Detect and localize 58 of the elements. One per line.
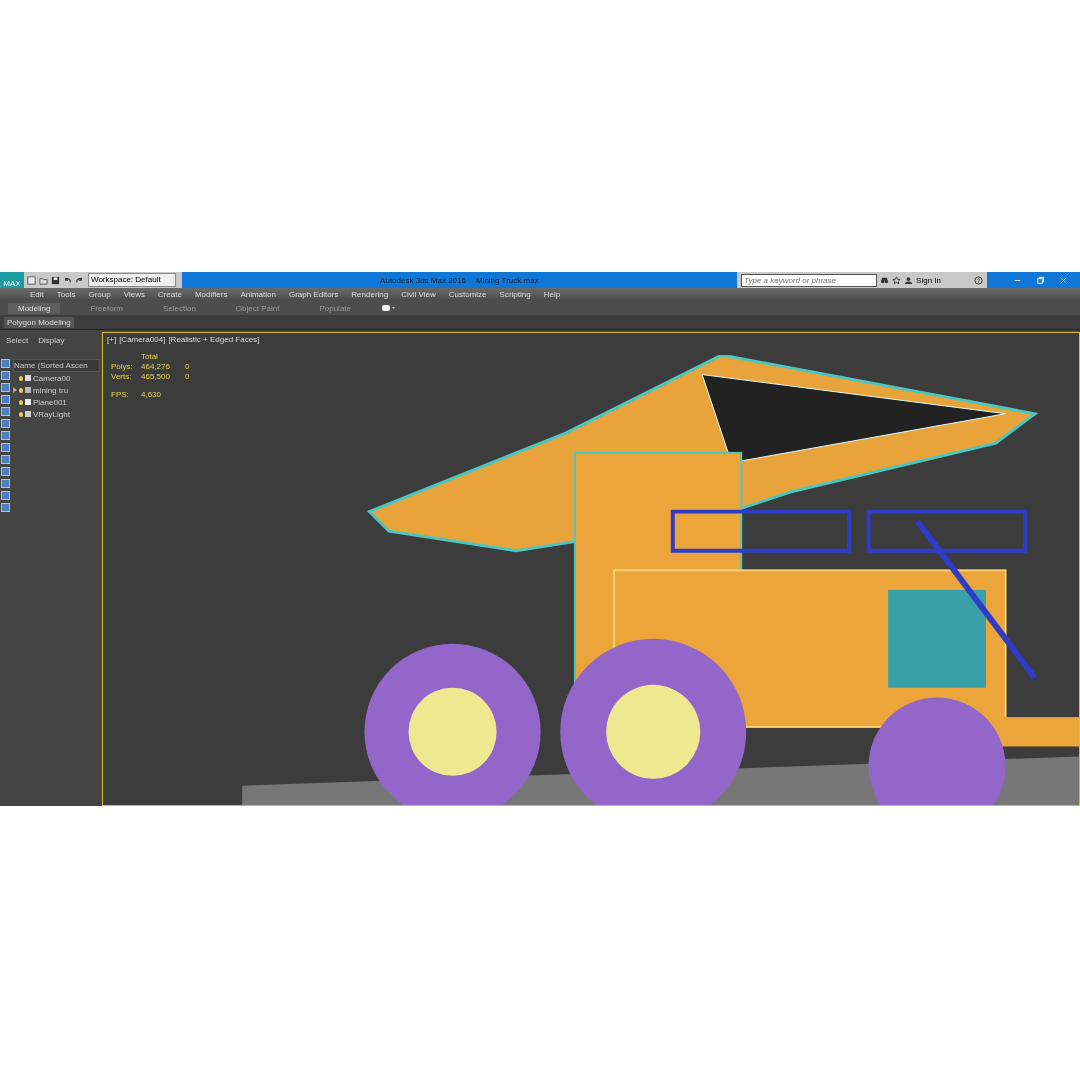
- scene-object-item[interactable]: VRayLight: [33, 409, 70, 419]
- menu-item[interactable]: Tools: [56, 290, 76, 299]
- restore-icon[interactable]: [1036, 275, 1045, 285]
- menu-item[interactable]: Edit: [30, 290, 44, 299]
- file-name: Mining Truck.max: [475, 275, 539, 285]
- stats-selected-value: 0: [185, 372, 190, 382]
- star-icon[interactable]: [892, 275, 902, 285]
- new-file-icon[interactable]: [27, 275, 36, 285]
- ribbon-tab[interactable]: Object Paint: [225, 302, 290, 314]
- stats-label: Verts:: [111, 372, 133, 382]
- user-icon[interactable]: [904, 275, 914, 285]
- viewport[interactable]: [+] [Camera004] [Realistic + Edged Faces] Total Polys: 464,276 0 Verts: 465,500 0 FPS: 4,630: [102, 332, 1080, 806]
- binoculars-icon[interactable]: [880, 275, 890, 285]
- ribbon-tab[interactable]: Populate: [309, 302, 361, 314]
- menu-item[interactable]: Group: [88, 290, 111, 299]
- fps-value: 4,630: [141, 390, 162, 400]
- folder-icon[interactable]: [39, 275, 48, 285]
- help-icon[interactable]: [974, 275, 983, 285]
- menu-item[interactable]: Customize: [448, 290, 487, 299]
- close-icon[interactable]: [1059, 275, 1068, 285]
- redo-icon[interactable]: [75, 275, 84, 285]
- ribbon-tab[interactable]: Freeform: [80, 302, 133, 314]
- column-header[interactable]: Name (Sorted Ascen: [13, 359, 100, 372]
- stats-label: Polys:: [111, 362, 134, 372]
- ribbon-tab[interactable]: Modeling: [8, 302, 61, 314]
- scene-object-item[interactable]: Camera00: [33, 373, 71, 383]
- undo-icon[interactable]: [63, 275, 72, 285]
- stats-value: 464,276: [141, 362, 171, 372]
- menu-item[interactable]: Animation: [240, 290, 276, 299]
- app-logo-icon[interactable]: MAX: [0, 272, 24, 288]
- ribbon-panel-label[interactable]: Polygon Modeling: [4, 316, 74, 328]
- menu-item[interactable]: Create: [157, 290, 182, 299]
- sign-in-link[interactable]: Sign In: [916, 275, 941, 285]
- stats-value: 465,500: [141, 372, 171, 382]
- viewport-label[interactable]: [+]: [107, 335, 117, 344]
- menu-item[interactable]: Civil View: [401, 290, 436, 299]
- menu-item[interactable]: Views: [123, 290, 145, 299]
- toggle-icon[interactable]: [381, 304, 395, 312]
- explorer-menu[interactable]: Select: [6, 336, 29, 345]
- viewport-label[interactable]: [Camera004]: [119, 335, 166, 344]
- menu-item[interactable]: Help: [543, 290, 561, 299]
- workspace-dropdown[interactable]: Workspace: Default: [88, 273, 176, 287]
- search-field[interactable]: Type a keyword or phrase: [741, 273, 878, 287]
- save-icon[interactable]: [51, 275, 60, 285]
- ribbon-tab[interactable]: Selection: [152, 302, 206, 314]
- viewport-label[interactable]: [Realistic + Edged Faces]: [168, 335, 260, 344]
- menu-item[interactable]: Modifiers: [194, 290, 228, 299]
- app-title: Autodesk 3ds Max 2016: [380, 275, 466, 285]
- fps-label: FPS:: [111, 390, 130, 400]
- logo-text: MAX: [3, 280, 21, 288]
- menu-item[interactable]: Rendering: [351, 290, 389, 299]
- stats-selected-value: 0: [185, 362, 190, 372]
- stats-header: Total: [141, 352, 158, 362]
- menu-item[interactable]: Scripting: [499, 290, 531, 299]
- menu-item[interactable]: Graph Editors: [288, 290, 339, 299]
- scene-object-item[interactable]: Plane001: [33, 397, 67, 407]
- explorer-menu[interactable]: Display: [38, 336, 65, 345]
- scene-object-item[interactable]: mining tru: [33, 385, 69, 395]
